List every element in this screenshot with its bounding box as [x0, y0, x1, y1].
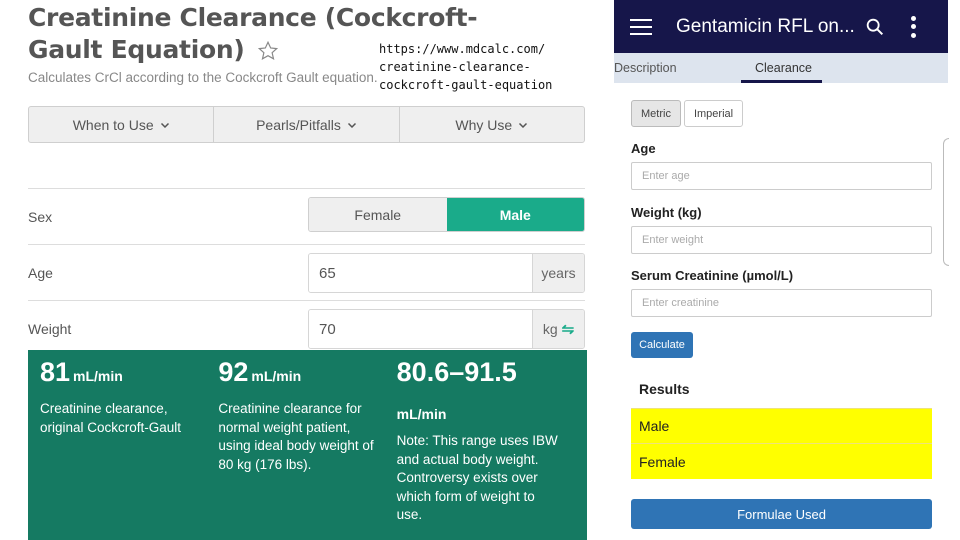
weight-field[interactable]: [631, 226, 932, 254]
search-icon[interactable]: [864, 16, 886, 38]
age-field-label: Age: [631, 141, 656, 156]
app-bar: Gentamicin RFL on...: [614, 0, 948, 53]
age-label: Age: [28, 264, 53, 281]
page-subtitle: Calculates CrCl according to the Cockcro…: [28, 70, 378, 85]
why-use-label: Why Use: [455, 116, 513, 133]
pearls-pitfalls-button[interactable]: Pearls/Pitfalls: [214, 107, 400, 142]
menu-icon[interactable]: [630, 18, 652, 35]
result-unit: mL/min: [251, 368, 302, 384]
age-unit: years: [532, 254, 584, 292]
active-tab-indicator: [741, 80, 822, 83]
creatinine-field[interactable]: [631, 289, 932, 317]
sex-toggle: Female Male: [308, 197, 585, 232]
swap-units-icon[interactable]: ⇋: [562, 320, 575, 338]
chevron-down-icon: [347, 122, 356, 128]
sex-male-option[interactable]: Male: [446, 198, 584, 231]
result-description: Creatinine clearance, original Cockcroft…: [40, 401, 182, 435]
weight-row: Weight kg ⇋: [28, 300, 585, 356]
side-panel-edge: [943, 138, 949, 266]
result-male-row: Male: [631, 408, 932, 444]
age-row: Age years: [28, 244, 585, 300]
result-description: Note: This range uses IBW and actual bod…: [396, 433, 558, 522]
more-vert-icon[interactable]: [910, 15, 916, 38]
formulae-used-button[interactable]: Formulae Used: [631, 499, 932, 529]
sex-row: Sex Female Male: [28, 188, 585, 244]
weight-input[interactable]: [309, 310, 532, 348]
result-value: 80.6–91.5: [396, 357, 517, 387]
result-original-cg: 81 mL/min Creatinine clearance, original …: [40, 356, 218, 540]
info-accordion: When to Use Pearls/Pitfalls Why Use: [28, 106, 585, 143]
tab-bar: Description Clearance: [614, 53, 948, 83]
imperial-button[interactable]: Imperial: [683, 100, 744, 127]
weight-unit-toggle[interactable]: kg ⇋: [532, 310, 584, 348]
result-range: 80.6–91.5 mL/min Note: This range uses I…: [397, 356, 575, 540]
creatinine-field-label: Serum Creatinine (µmol/L): [631, 268, 794, 283]
when-to-use-label: When to Use: [72, 116, 154, 133]
result-value: 92: [218, 357, 249, 387]
metric-button[interactable]: Metric: [631, 100, 681, 127]
weight-field-label: Weight (kg): [631, 205, 702, 220]
result-value: 81: [40, 357, 71, 387]
weight-input-group: kg ⇋: [308, 309, 585, 349]
sex-female-option[interactable]: Female: [309, 198, 447, 231]
app-title: Gentamicin RFL on...: [676, 15, 855, 37]
why-use-button[interactable]: Why Use: [400, 107, 584, 142]
results-panel: 81 mL/min Creatinine clearance, original …: [28, 350, 587, 540]
favorite-star-icon[interactable]: [257, 40, 279, 62]
age-field[interactable]: [631, 162, 932, 190]
result-unit: mL/min: [73, 368, 123, 384]
url-line: https://www.mdcalc.com/: [379, 42, 546, 56]
age-input[interactable]: [309, 254, 532, 292]
url-caption: https://www.mdcalc.com/ creatinine-clear…: [379, 40, 552, 94]
weight-label: Weight: [28, 320, 72, 337]
result-unit: mL/min: [396, 406, 447, 422]
when-to-use-button[interactable]: When to Use: [29, 107, 215, 142]
url-line: creatinine-clearance-: [379, 60, 531, 74]
chevron-down-icon: [519, 122, 528, 128]
results-heading: Results: [639, 381, 690, 397]
result-female-row: Female: [631, 444, 932, 479]
age-input-group: years: [308, 253, 585, 293]
unit-system-toggle: Metric Imperial: [631, 100, 744, 127]
result-description: Creatinine clearance for normal weight p…: [218, 401, 374, 472]
pearls-pitfalls-label: Pearls/Pitfalls: [256, 116, 341, 133]
tab-clearance[interactable]: Clearance: [755, 53, 812, 83]
weight-unit: kg: [542, 321, 558, 337]
chevron-down-icon: [160, 122, 169, 128]
result-ibw: 92 mL/min Creatinine clearance for normal…: [218, 356, 396, 540]
tab-description[interactable]: Description: [614, 53, 677, 83]
url-line: cockcroft-gault-equation: [379, 78, 553, 92]
calculate-button[interactable]: Calculate: [631, 332, 693, 358]
sex-label: Sex: [28, 208, 53, 225]
